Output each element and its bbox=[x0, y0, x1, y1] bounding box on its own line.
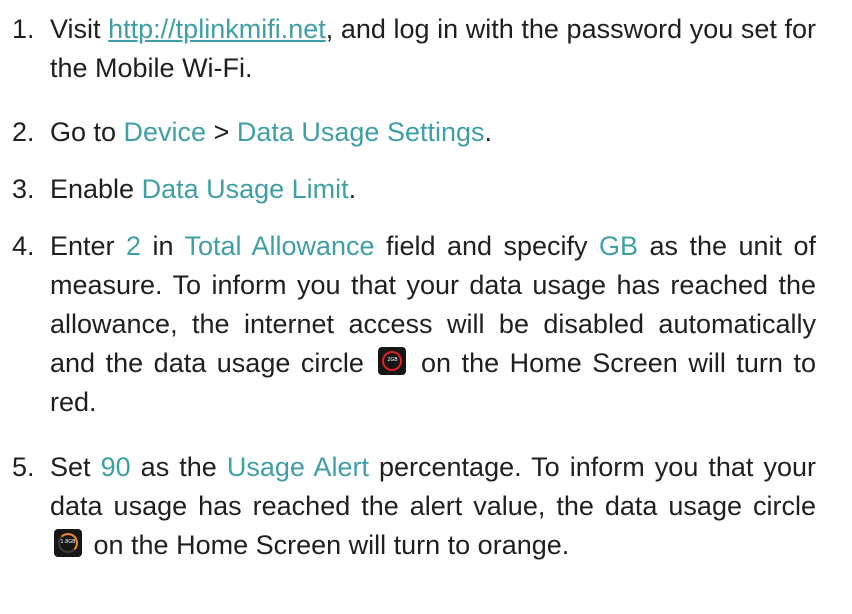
step-text: Enter 2 in Total Allowance field and spe… bbox=[50, 227, 816, 422]
text-segment: Visit bbox=[50, 14, 109, 44]
step-number: 3. bbox=[12, 174, 35, 204]
alert-value: 90 bbox=[100, 452, 131, 482]
data-usage-circle-red-icon: 2GB bbox=[378, 347, 407, 375]
step-2: 2. Go to Device > Data Usage Settings. bbox=[0, 113, 816, 152]
step-text: Set 90 as the Usage Alert percentage. To… bbox=[50, 448, 816, 565]
text-segment: Enable bbox=[50, 174, 142, 204]
step-number: 4. bbox=[12, 231, 35, 261]
text-segment: > bbox=[206, 117, 237, 147]
step-text: Enable Data Usage Limit. bbox=[50, 170, 816, 209]
step-text: Go to Device > Data Usage Settings. bbox=[50, 113, 816, 152]
menu-device: Device bbox=[123, 117, 207, 147]
text-segment: field and specify bbox=[374, 231, 600, 261]
icon-label: 1.8GB bbox=[60, 539, 76, 545]
step-number: 2. bbox=[12, 117, 35, 147]
instruction-steps: 1. Visit http://tplinkmifi.net, and log … bbox=[0, 0, 852, 614]
text-segment: Enter bbox=[50, 231, 126, 261]
step-number: 1. bbox=[12, 14, 35, 44]
step-5: 5. Set 90 as the Usage Alert percentage.… bbox=[0, 448, 816, 565]
step-4: 4. Enter 2 in Total Allowance field and … bbox=[0, 227, 816, 422]
text-segment: in bbox=[141, 231, 185, 261]
step-1: 1. Visit http://tplinkmifi.net, and log … bbox=[0, 10, 816, 88]
step-3: 3. Enable Data Usage Limit. bbox=[0, 170, 816, 209]
field-usage-alert: Usage Alert bbox=[226, 452, 369, 482]
text-segment: . bbox=[348, 174, 357, 204]
tplinkmifi-link[interactable]: http://tplinkmifi.net bbox=[108, 14, 326, 44]
text-segment: as the bbox=[130, 452, 227, 482]
text-segment: Go to bbox=[50, 117, 124, 147]
step-number: 5. bbox=[12, 452, 35, 482]
data-usage-circle-orange-icon: 1.8GB bbox=[54, 529, 82, 557]
text-segment: on the Home Screen will turn to orange. bbox=[86, 530, 570, 560]
setting-data-usage-limit: Data Usage Limit bbox=[141, 174, 349, 204]
text-segment: . bbox=[484, 117, 493, 147]
text-segment: Set bbox=[50, 452, 101, 482]
field-total-allowance: Total Allowance bbox=[184, 231, 375, 261]
icon-label: 2GB bbox=[387, 357, 398, 363]
step-text: Visit http://tplinkmifi.net, and log in … bbox=[50, 10, 816, 88]
allowance-value: 2 bbox=[126, 231, 142, 261]
unit-gb: GB bbox=[599, 231, 639, 261]
menu-data-usage-settings: Data Usage Settings bbox=[236, 117, 485, 147]
